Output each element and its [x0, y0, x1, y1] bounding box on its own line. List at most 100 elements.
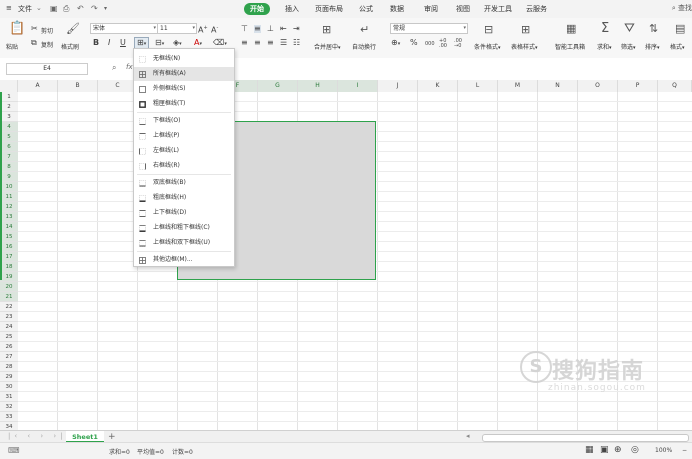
border-option-thick-box-border[interactable]: 粗匣框线(T) — [134, 97, 234, 111]
number-format-select[interactable]: 常规 ▾ — [390, 23, 468, 34]
underline-button[interactable]: U — [120, 39, 126, 47]
column-header-C[interactable]: C — [98, 80, 138, 92]
tab-formulas[interactable]: 公式 — [359, 4, 373, 14]
tab-cloud-services[interactable]: 云服务 — [526, 4, 547, 14]
file-menu[interactable]: 文件 — [18, 4, 32, 14]
decrease-font-icon[interactable]: A- — [211, 24, 218, 35]
row-header-18[interactable]: 18 — [0, 262, 18, 272]
conditional-format-icon[interactable]: ⊟ — [484, 24, 493, 35]
macro-icon[interactable]: ⌨ — [8, 446, 20, 455]
increase-font-icon[interactable]: A+ — [198, 24, 208, 35]
name-box[interactable]: E4 — [6, 63, 88, 75]
tab-home[interactable]: 开始 — [244, 3, 270, 15]
border-option-top-double-bottom-border[interactable]: 上框线和双下框线(U) — [134, 236, 234, 250]
increase-decimal-button[interactable]: +0 .00 — [439, 39, 451, 49]
quick-access-more-icon[interactable]: ▾ — [104, 5, 107, 12]
align-center-icon[interactable]: ≡ — [254, 39, 261, 47]
row-header-14[interactable]: 14 — [0, 222, 18, 232]
align-middle-icon[interactable]: ≡ — [254, 25, 261, 33]
column-header-L[interactable]: L — [458, 80, 498, 92]
table-style-icon[interactable]: ⊞ — [521, 24, 530, 35]
table-style-button[interactable]: 表格样式▾ — [511, 42, 538, 51]
font-size-select[interactable]: 11 ▾ — [157, 23, 197, 34]
font-color-icon[interactable]: A▾ — [194, 39, 202, 48]
row-header-32[interactable]: 32 — [0, 402, 18, 412]
row-header-12[interactable]: 12 — [0, 202, 18, 212]
tab-insert[interactable]: 插入 — [285, 4, 299, 14]
row-header-27[interactable]: 27 — [0, 352, 18, 362]
row-header-11[interactable]: 11 — [0, 192, 18, 202]
row-header-24[interactable]: 24 — [0, 322, 18, 332]
indent-increase-icon[interactable]: ⇥ — [293, 25, 300, 33]
align-bottom-icon[interactable]: ⊥ — [267, 25, 274, 33]
border-option-all-borders[interactable]: 所有框线(A) — [134, 67, 234, 81]
decrease-decimal-button[interactable]: .00 →0 — [454, 39, 466, 49]
wrap-text-button[interactable]: 自动换行 — [352, 42, 376, 51]
border-option-right-border[interactable]: 右框线(R) — [134, 159, 234, 173]
merge-center-button[interactable]: 合并居中▾ — [314, 42, 341, 51]
border-option-more-borders[interactable]: 其他边框(M)... — [134, 253, 234, 267]
row-header-28[interactable]: 28 — [0, 362, 18, 372]
align-left-icon[interactable]: ≡ — [241, 39, 248, 47]
column-header-Q[interactable]: Q — [658, 80, 692, 92]
row-header-21[interactable]: 21 — [0, 292, 18, 302]
row-header-29[interactable]: 29 — [0, 372, 18, 382]
smart-toolbox-icon[interactable]: ▦ — [566, 23, 576, 34]
row-header-2[interactable]: 2 — [0, 102, 18, 112]
row-header-15[interactable]: 15 — [0, 232, 18, 242]
wrap-text-icon[interactable]: ↵ — [360, 24, 369, 35]
tab-page-layout[interactable]: 页面布局 — [315, 4, 343, 14]
distributed-icon[interactable]: ☷ — [293, 39, 300, 47]
column-header-A[interactable]: A — [18, 80, 58, 92]
border-option-top-thick-bottom-border[interactable]: 上框线和粗下框线(C) — [134, 221, 234, 235]
border-option-top-bottom-border[interactable]: 上下框线(D) — [134, 206, 234, 220]
border-option-double-bottom-border[interactable]: 双底框线(B) — [134, 176, 234, 190]
column-header-J[interactable]: J — [378, 80, 418, 92]
sum-icon[interactable]: Σ — [601, 22, 609, 35]
row-header-5[interactable]: 5 — [0, 132, 18, 142]
border-option-outside-borders[interactable]: 外侧框线(S) — [134, 82, 234, 96]
column-header-H[interactable]: H — [298, 80, 338, 92]
format-painter-button[interactable]: 格式刷 — [61, 42, 79, 51]
row-header-4[interactable]: 4 — [0, 122, 18, 132]
italic-button[interactable]: I — [108, 39, 110, 47]
file-menu-arrow-icon[interactable]: ⌄ — [36, 4, 42, 12]
row-header-30[interactable]: 30 — [0, 382, 18, 392]
row-header-9[interactable]: 9 — [0, 172, 18, 182]
row-header-1[interactable]: 1 — [0, 92, 18, 102]
page-layout-view-icon[interactable]: ▣ — [600, 445, 609, 455]
paste-icon[interactable]: 📋 — [9, 22, 25, 35]
undo-icon[interactable]: ↶ — [77, 4, 84, 13]
thousands-separator-button[interactable]: 000 — [425, 40, 435, 48]
row-header-6[interactable]: 6 — [0, 142, 18, 152]
paste-button[interactable]: 粘贴 — [6, 42, 18, 51]
sort-icon[interactable]: ⇅ — [649, 23, 658, 34]
column-header-O[interactable]: O — [578, 80, 618, 92]
border-option-top-border[interactable]: 上框线(P) — [134, 129, 234, 143]
format-button[interactable]: 格式▾ — [670, 42, 685, 51]
sheet-nav-arrows[interactable]: |‹ ‹ › ›| — [8, 432, 67, 440]
clear-format-icon[interactable]: ⌫▾ — [213, 39, 227, 48]
border-option-bottom-border[interactable]: 下框线(O) — [134, 114, 234, 128]
select-all-corner[interactable] — [0, 80, 18, 92]
align-right-icon[interactable]: ≡ — [267, 39, 274, 47]
border-option-left-border[interactable]: 左框线(L) — [134, 144, 234, 158]
page-break-view-icon[interactable]: ⊕ — [614, 445, 622, 455]
copy-icon[interactable]: ⧉ — [31, 39, 37, 47]
column-header-P[interactable]: P — [618, 80, 658, 92]
horizontal-scrollbar[interactable] — [482, 434, 689, 442]
align-top-icon[interactable]: ⊤ — [241, 25, 248, 33]
filter-button[interactable]: 筛选▾ — [621, 42, 636, 51]
zoom-level[interactable]: 100% — [655, 447, 672, 454]
copy-button[interactable]: 复制 — [41, 40, 53, 49]
save-icon[interactable]: ▣ — [50, 4, 58, 13]
row-header-13[interactable]: 13 — [0, 212, 18, 222]
normal-view-icon[interactable]: ▦ — [585, 445, 594, 455]
row-header-26[interactable]: 26 — [0, 342, 18, 352]
filter-icon[interactable]: ⛛ — [624, 22, 635, 35]
sort-button[interactable]: 排序▾ — [645, 42, 660, 51]
print-icon[interactable]: ⎙ — [63, 4, 69, 14]
conditional-format-button[interactable]: 条件格式▾ — [474, 42, 501, 51]
row-header-10[interactable]: 10 — [0, 182, 18, 192]
row-header-20[interactable]: 20 — [0, 282, 18, 292]
